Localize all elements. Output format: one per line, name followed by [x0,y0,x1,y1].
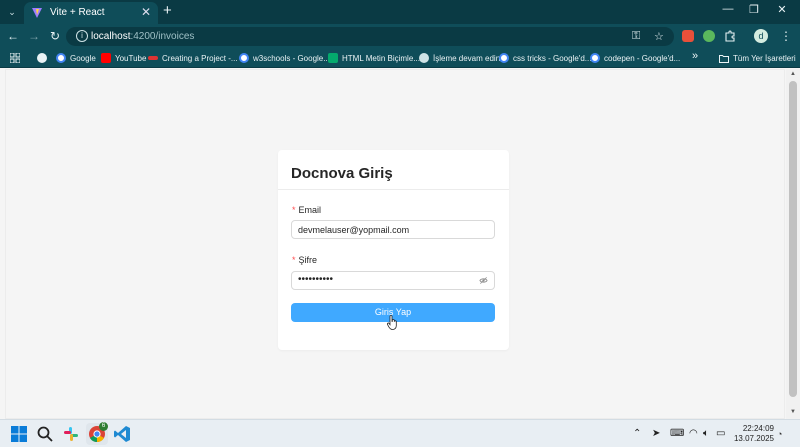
windows-taskbar: 6 ⌃ ➤ ⌨ ◠ 🔈︎ ▭ 22:24:09 13.07.2025 ◔ [0,419,800,447]
reload-icon[interactable]: ↻ [47,28,63,44]
show-hidden-icons-chevron-icon[interactable]: ⌃ [633,428,641,439]
profile-avatar[interactable]: d [754,29,768,43]
system-clock[interactable]: 22:24:09 13.07.2025 [732,424,774,444]
battery-icon[interactable]: ▭ [716,428,725,439]
new-tab-button[interactable]: + [163,3,172,19]
bookmark-label: codepen - Google'd... [604,53,681,63]
password-label-text: Şifre [298,255,318,265]
bookmark-label: w3schools - Google... [253,53,330,63]
wifi-icon[interactable]: ◠ [689,428,698,439]
bookmark-label: Creating a Project -... [162,53,238,63]
globe-icon [37,53,47,63]
password-field[interactable]: •••••••••• [291,271,495,290]
apps-grid-icon[interactable] [10,53,20,63]
site-info-icon[interactable]: i [76,30,88,42]
search-icon[interactable] [36,425,54,443]
bookmark-label: YouTube [115,53,147,63]
notification-bell-icon[interactable]: ◔ [777,429,787,439]
scroll-thumb[interactable] [789,81,797,397]
password-value: •••••••••• [298,274,334,285]
minimize-button[interactable]: — [718,3,738,15]
bookmark-label: Google [70,53,96,63]
youtube-icon [101,53,111,63]
bookmark-item[interactable]: İşleme devam edin. [419,52,502,64]
email-label: * Email [292,205,321,215]
login-title: Docnova Giriş [291,165,393,182]
slack-icon[interactable] [62,425,80,443]
bookmark-item[interactable]: w3schools - Google... [239,52,330,64]
bookmark-label: css tricks - Google'd... [513,53,592,63]
bookmark-item[interactable]: YouTube [101,52,146,64]
google-icon [239,53,249,63]
bookmark-item[interactable]: css tricks - Google'd... [499,52,591,64]
back-arrow-icon[interactable]: ← [5,28,21,44]
extensions-puzzle-icon[interactable] [724,30,736,42]
password-key-icon[interactable]: ⚿ [632,30,640,43]
email-label-text: Email [298,205,322,215]
address-bar[interactable]: i localhost:4200/invoices ⚿ ☆ [66,27,674,46]
forward-arrow-icon[interactable]: → [26,28,42,44]
restore-button[interactable]: ❐ [744,3,764,16]
chrome-taskbar-button[interactable]: 6 [86,422,108,445]
volume-icon[interactable]: 🔈︎ [703,428,709,439]
browser-tab[interactable]: Vite + React ✕ [24,2,158,24]
email-field[interactable]: devmelauser@yopmail.com [291,220,495,239]
bookmark-item[interactable]: codepen - Google'd... [590,52,680,64]
password-label: * Şifre [292,255,317,265]
vite-icon [32,8,42,18]
google-icon [499,53,509,63]
bookmark-star-icon[interactable]: ☆ [654,30,664,43]
location-arrow-icon[interactable]: ➤ [652,428,660,439]
bookmark-item[interactable]: HTML Metin Biçimle... [328,52,420,64]
email-value: devmelauser@yopmail.com [298,225,410,235]
bookmarks-overflow-button[interactable]: » [692,50,698,62]
scroll-down-arrow-icon[interactable]: ▼ [789,409,797,415]
bookmark-item[interactable]: Google [56,52,96,64]
angular-icon [148,56,158,60]
all-bookmarks-label: Tüm Yer İşaretleri [733,53,796,63]
window-close-button[interactable]: ✕ [772,3,792,16]
bookmark-label: İşleme devam edin. [433,53,503,63]
extension-green-icon[interactable] [703,30,715,42]
tab-close-icon[interactable]: ✕ [141,5,151,19]
chrome-badge: 6 [99,422,108,431]
bookmarks-bar: Google YouTube Creating a Project -... w… [0,48,800,68]
card-header: Docnova Giriş [278,150,509,190]
tab-search-chevron-icon[interactable]: ⌄ [4,4,20,20]
vscode-icon[interactable] [113,425,131,443]
extension-red-icon[interactable] [682,30,694,42]
tab-strip: ⌄ Vite + React ✕ + — ❐ ✕ [0,0,800,24]
folder-icon [719,54,729,63]
clock-time: 22:24:09 [742,424,774,433]
windows-start-icon[interactable] [10,425,28,443]
required-mark: * [292,255,296,265]
bookmark-item-globe[interactable] [37,52,47,64]
tab-title: Vite + React [50,7,105,18]
url-text: localhost:4200/invoices [91,31,195,42]
w3-icon [328,53,338,63]
more-menu-icon[interactable]: ⋮ [778,28,794,44]
all-bookmarks-folder[interactable]: Tüm Yer İşaretleri [719,52,796,64]
clock-date: 13.07.2025 [733,434,774,443]
keyboard-icon[interactable]: ⌨ [670,428,684,439]
required-mark: * [292,205,296,215]
google-icon [56,53,66,63]
google-icon [590,53,600,63]
globe-icon [419,53,429,63]
bookmark-label: HTML Metin Biçimle... [342,53,420,63]
eye-invisible-icon[interactable] [479,276,488,285]
vertical-scrollbar[interactable]: ▲ ▼ [786,69,800,419]
browser-toolbar: ← → ↻ i localhost:4200/invoices ⚿ ☆ d ⋮ [0,24,800,48]
bookmark-item[interactable]: Creating a Project -... [148,52,238,64]
hand-pointer-cursor-icon [387,315,397,330]
scroll-up-arrow-icon[interactable]: ▲ [789,71,797,77]
